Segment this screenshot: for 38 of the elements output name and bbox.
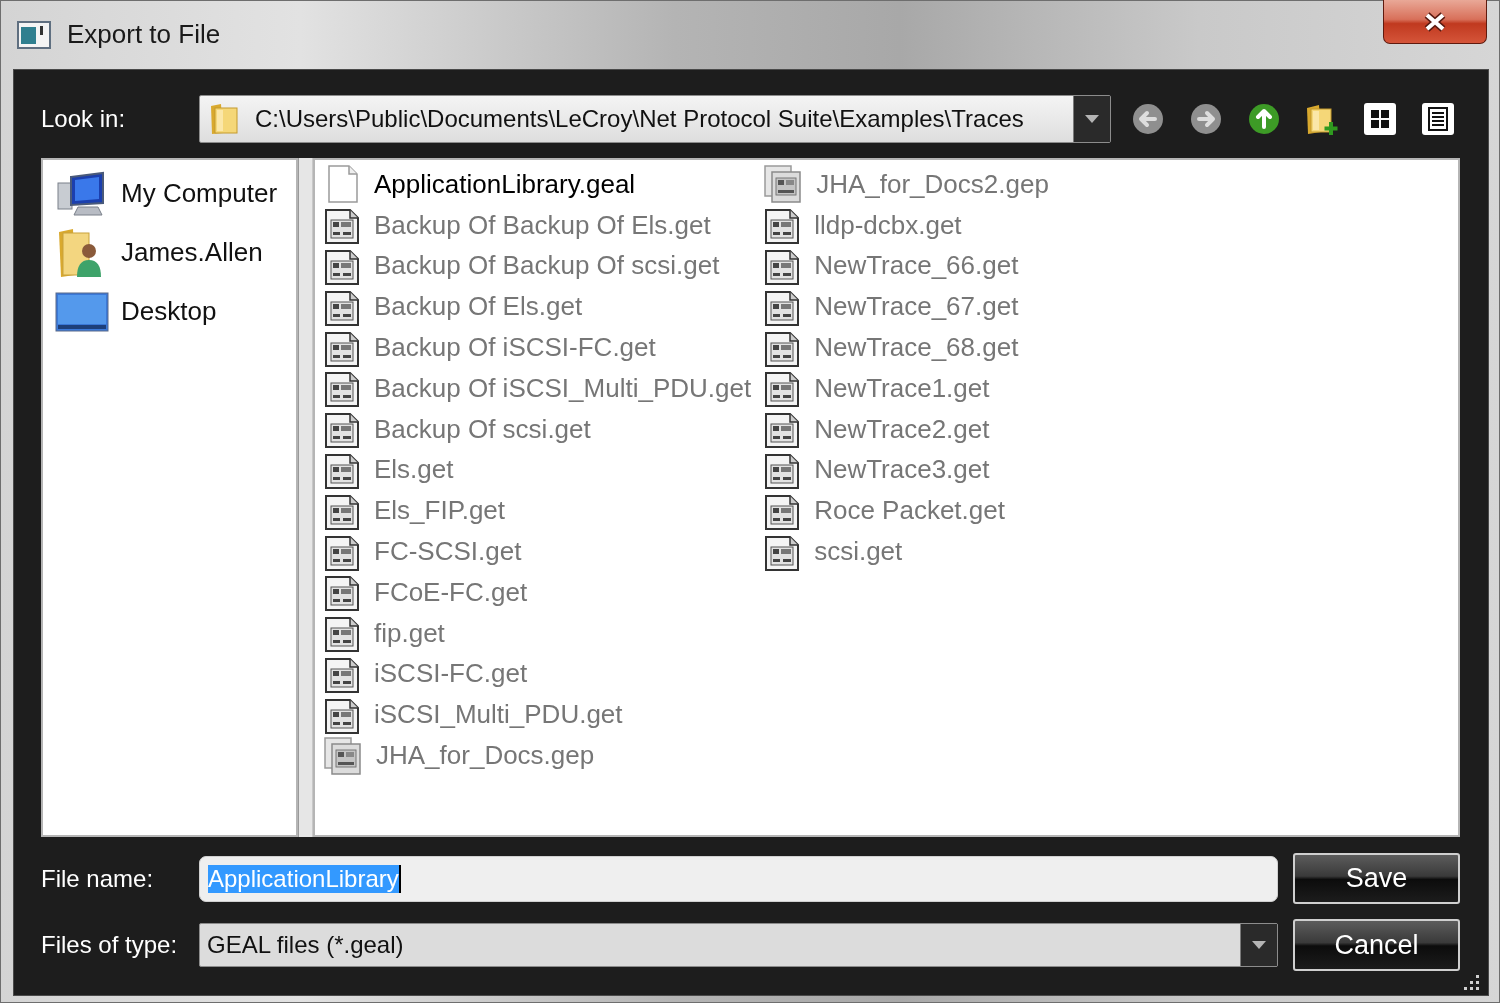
diagram-document-icon — [324, 369, 360, 408]
window-icon — [17, 21, 51, 49]
cancel-button[interactable]: Cancel — [1293, 919, 1460, 971]
folder-plus-icon — [1305, 102, 1339, 136]
stacked-documents-icon — [764, 165, 803, 204]
diagram-document-icon — [764, 247, 801, 285]
diagram-document-icon — [324, 247, 360, 285]
window-title: Export to File — [67, 18, 221, 50]
diagram-document-icon — [324, 573, 360, 612]
caret-down-icon — [1085, 115, 1099, 123]
save-button[interactable]: Save — [1293, 853, 1460, 904]
sidebar-item[interactable]: My Computer — [43, 164, 296, 223]
diagram-document-icon — [324, 410, 360, 449]
grid-icon — [1363, 102, 1397, 136]
close-button[interactable] — [1383, 0, 1487, 44]
close-icon — [1422, 10, 1448, 33]
file-name-field[interactable]: ApplicationLibrary — [199, 855, 1278, 902]
look-in-label: Look in: — [41, 105, 127, 133]
diagram-document-icon — [764, 369, 801, 408]
stacked-documents-icon — [324, 736, 362, 775]
look-in-dropdown[interactable]: C:\Users\Public\Documents\LeCroy\Net Protocol Suite\Examples\Traces — [199, 95, 1111, 143]
caret-down-icon — [1252, 941, 1266, 949]
desktop-icon — [55, 291, 109, 332]
file-item[interactable]: ApplicationLibrary.geal — [324, 165, 752, 204]
diagram-document-icon — [764, 206, 801, 245]
sidebar-item[interactable]: James.Allen — [43, 223, 296, 282]
list-icon — [1421, 102, 1455, 136]
dropdown-button[interactable] — [1240, 924, 1277, 966]
diagram-document-icon — [324, 206, 360, 245]
file-type-label: Files of type: — [41, 931, 179, 959]
resize-grip-icon — [1462, 973, 1480, 991]
diagram-document-icon — [764, 410, 801, 449]
folder-icon — [209, 103, 239, 135]
diagram-document-icon — [324, 614, 360, 653]
dropdown-button[interactable] — [1073, 96, 1110, 142]
file-name-label: File name: — [41, 864, 155, 893]
file-type-dropdown[interactable]: GEAL files (*.geal) — [199, 923, 1278, 967]
sidebar-item[interactable]: Desktop — [43, 282, 296, 341]
